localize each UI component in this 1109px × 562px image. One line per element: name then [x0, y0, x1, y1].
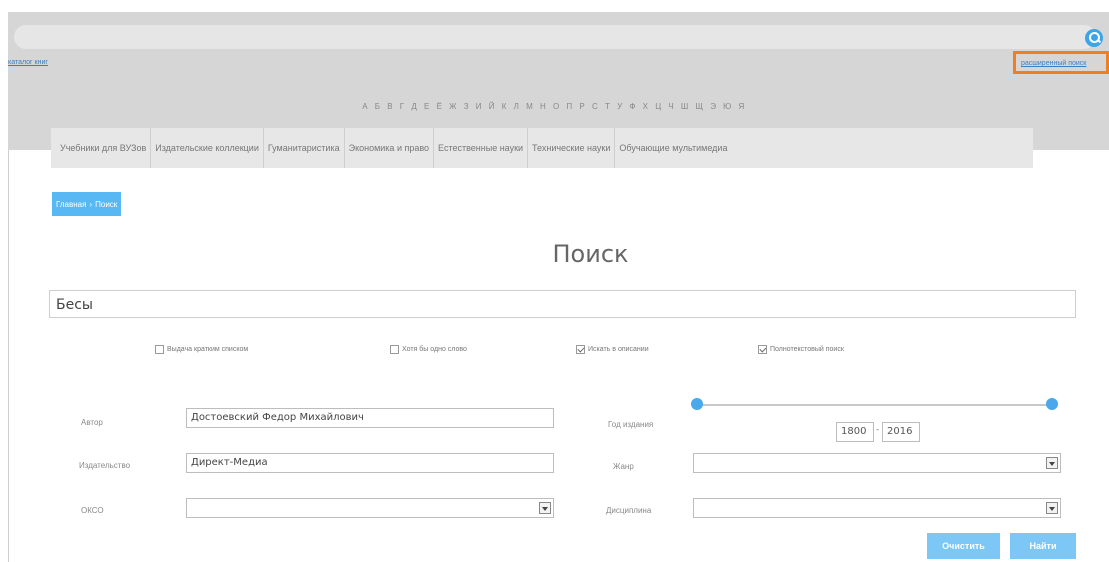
breadcrumb-separator: › [89, 199, 93, 209]
search-input[interactable]: Бесы [49, 290, 1076, 318]
okso-label: ОКСО [81, 506, 104, 515]
page-title: Поиск [552, 240, 629, 268]
alphabet-index[interactable]: А Б В Г Д Е Ё Ж З И Й К Л М Н О П Р С Т … [0, 102, 1109, 111]
extended-search-link[interactable]: расширенный поиск [1021, 60, 1086, 67]
option-any-word[interactable]: Хотя бы одно слово [390, 345, 467, 354]
okso-select[interactable] [186, 498, 554, 518]
checkbox[interactable] [576, 345, 585, 354]
category-item[interactable]: Экономика и право [345, 128, 435, 168]
category-item[interactable]: Естественные науки [434, 128, 529, 168]
checkbox[interactable] [155, 345, 164, 354]
clear-button[interactable]: Очистить [927, 533, 1000, 559]
catalog-link[interactable]: каталог книг [8, 59, 48, 66]
option-label: Полнотекстовый поиск [770, 346, 844, 353]
chevron-down-icon[interactable] [1046, 502, 1058, 514]
year-label: Год издания [608, 420, 654, 429]
find-button[interactable]: Найти [1010, 533, 1076, 559]
author-field[interactable]: Достоевский Федор Михайлович [186, 408, 554, 428]
search-icon[interactable] [1085, 29, 1103, 47]
option-label: Искать в описании [588, 346, 649, 353]
discipline-select[interactable] [693, 498, 1061, 518]
option-label: Выдача кратким списком [167, 346, 249, 353]
discipline-label: Дисциплина [606, 506, 652, 515]
breadcrumb-home[interactable]: Главная [56, 200, 86, 209]
year-to-field[interactable]: 2016 [882, 422, 920, 442]
publisher-label: Издательство [79, 461, 131, 470]
checkbox[interactable] [758, 345, 767, 354]
category-nav: Учебники для ВУЗов Издательские коллекци… [51, 128, 1033, 168]
category-item[interactable]: Обучающие мультимедиа [615, 128, 731, 168]
genre-select[interactable] [693, 453, 1061, 473]
category-item[interactable]: Учебники для ВУЗов [56, 128, 152, 168]
year-slider-handle-from[interactable] [691, 398, 703, 410]
checkbox[interactable] [390, 345, 399, 354]
option-search-description[interactable]: Искать в описании [576, 345, 649, 354]
genre-label: Жанр [613, 462, 634, 471]
year-slider-handle-to[interactable] [1046, 398, 1058, 410]
year-separator: - [876, 425, 880, 435]
author-label: Автор [81, 418, 103, 427]
option-label: Хотя бы одно слово [402, 346, 467, 353]
publisher-field[interactable]: Директ-Медиа [186, 453, 554, 473]
option-short-list[interactable]: Выдача кратким списком [155, 345, 248, 354]
category-item[interactable]: Гуманитаристика [264, 128, 345, 168]
quick-search-input[interactable] [14, 25, 1096, 49]
category-item[interactable]: Издательские коллекции [151, 128, 264, 168]
year-slider-track[interactable] [697, 404, 1054, 406]
chevron-down-icon[interactable] [539, 502, 551, 514]
category-item[interactable]: Технические науки [528, 128, 616, 168]
year-from-field[interactable]: 1800 [836, 422, 874, 442]
chevron-down-icon[interactable] [1046, 457, 1058, 469]
breadcrumb-current: Поиск [95, 199, 118, 209]
option-fulltext[interactable]: Полнотекстовый поиск [758, 345, 844, 354]
breadcrumb: Главная › Поиск [52, 192, 122, 216]
